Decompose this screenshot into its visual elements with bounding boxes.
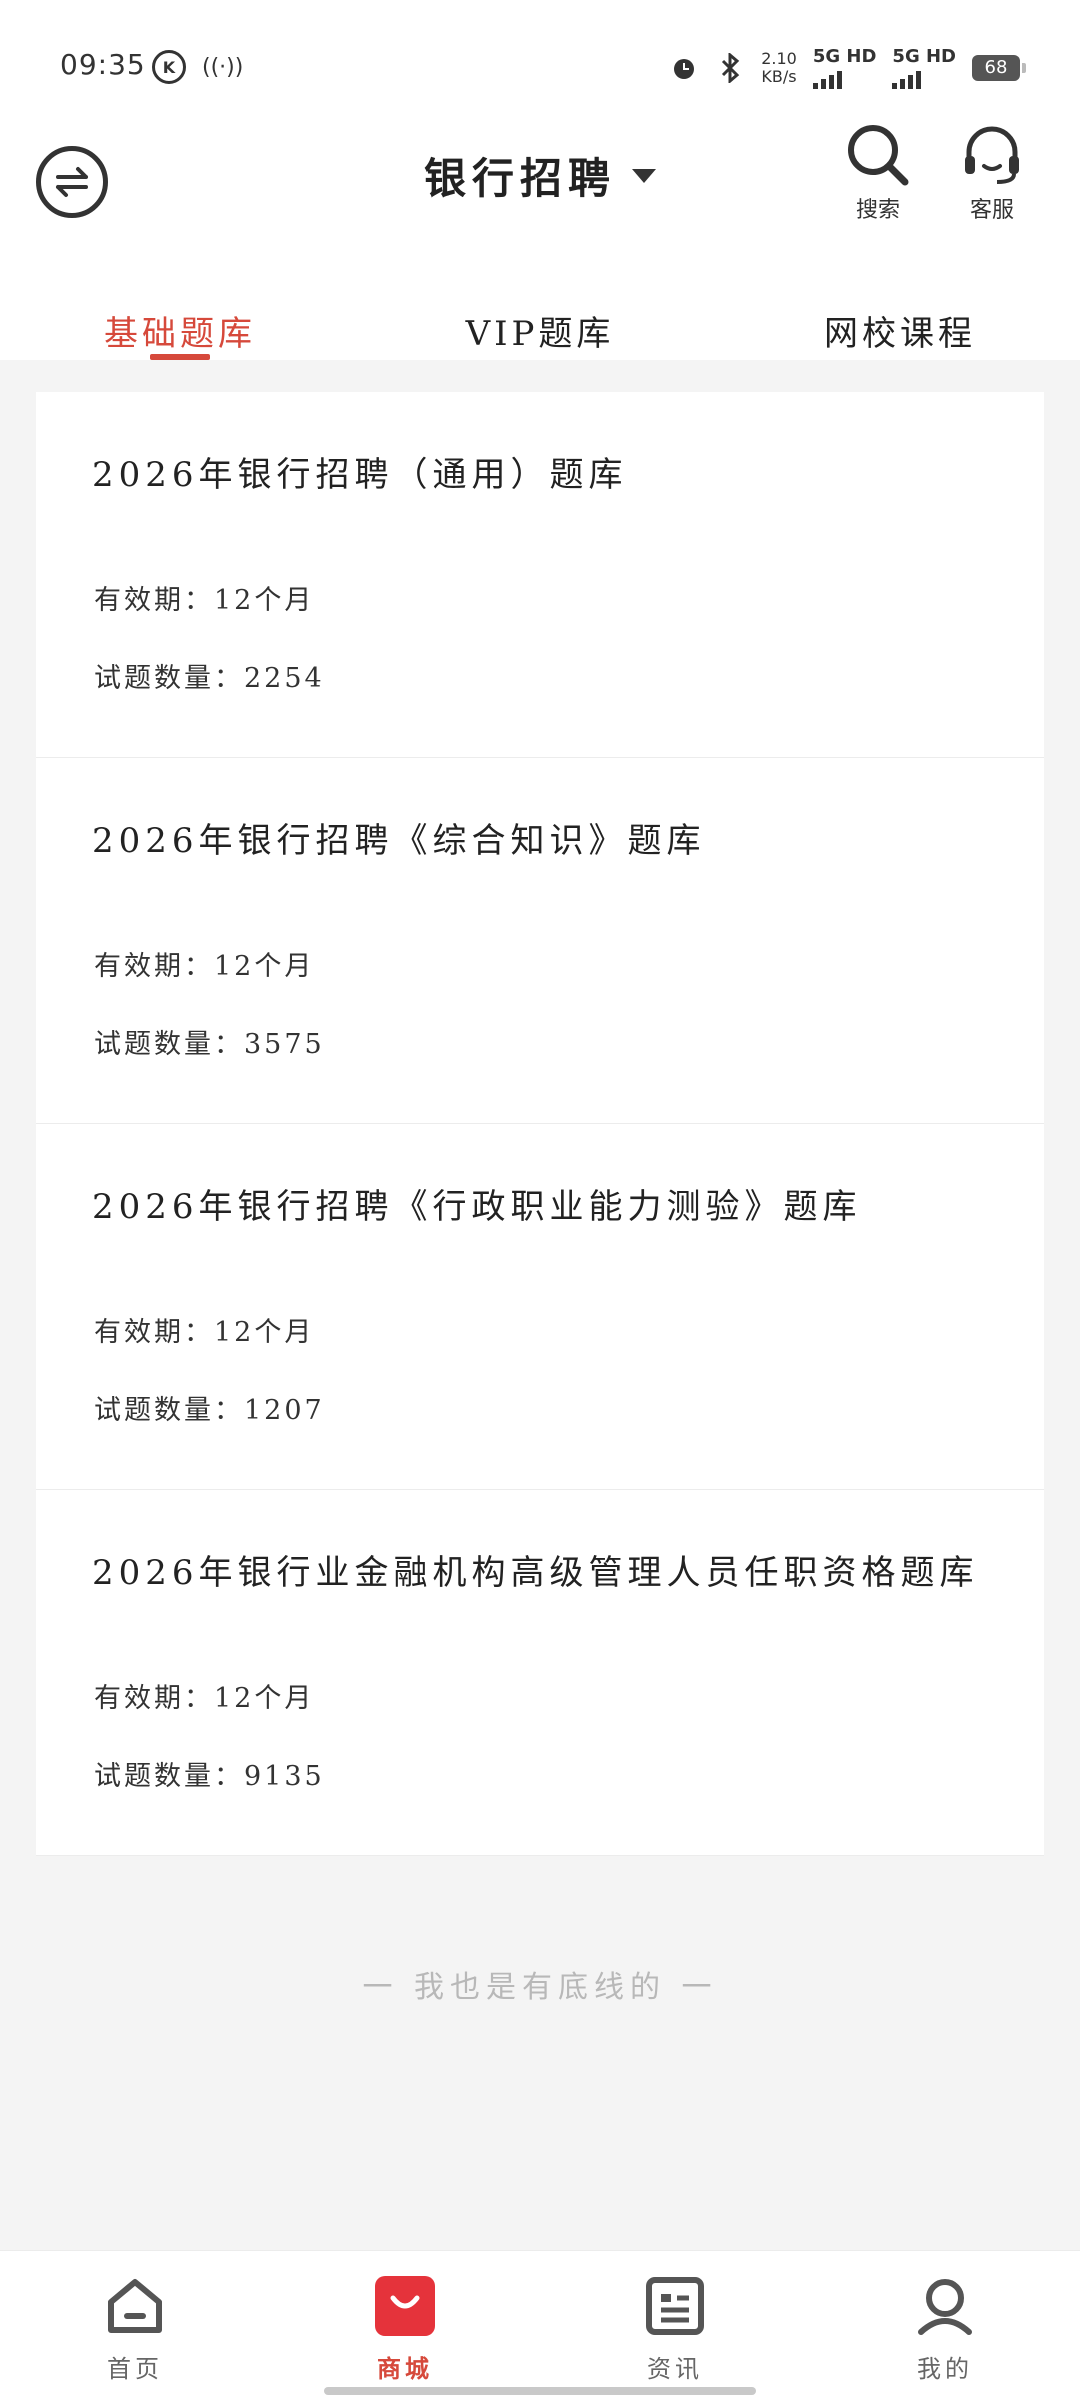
- tab-basic-bank[interactable]: 基础题库: [0, 270, 360, 360]
- nav-news[interactable]: 资讯: [540, 2251, 810, 2401]
- tab-label: 基础题库: [104, 314, 256, 354]
- category-dropdown[interactable]: 银行招聘: [424, 145, 656, 206]
- chevron-down-icon: [632, 168, 656, 183]
- question-bank-title: 2026年银行招聘（通用）题库: [92, 455, 628, 495]
- question-count-label: 试题数量：: [94, 1029, 244, 1060]
- profile-icon: [910, 2271, 980, 2341]
- validity-label: 有效期：: [94, 951, 214, 982]
- battery-level: 68: [984, 57, 1008, 78]
- validity-value: 12个月: [214, 585, 315, 616]
- page-title: 银行招聘: [423, 154, 616, 203]
- headset-icon: [965, 126, 1019, 184]
- nav-shop[interactable]: 商城: [270, 2251, 540, 2401]
- tab-label: 网校课程: [824, 314, 976, 354]
- signal-icon: [812, 67, 877, 89]
- question-count-label: 试题数量：: [94, 1761, 244, 1792]
- alarm-icon: [669, 53, 699, 83]
- status-bar: 09:35 K ((·)) 2.10 KB/s 5G HD 5G HD 68: [0, 0, 1080, 120]
- network-2: 5G HD: [892, 46, 956, 89]
- nav-label: 我的: [917, 2355, 973, 2383]
- network-speed: 2.10 KB/s: [761, 48, 797, 86]
- k-app-icon: K: [152, 50, 186, 84]
- nav-label: 资讯: [647, 2355, 703, 2383]
- network-1: 5G HD: [812, 46, 877, 89]
- search-label: 搜索: [855, 198, 900, 223]
- tab-vip-bank[interactable]: VIP题库: [360, 270, 720, 360]
- validity-label: 有效期：: [94, 1317, 214, 1348]
- question-bank-item[interactable]: 2026年银行招聘《综合知识》题库 有效期：12个月 试题数量：3575: [36, 758, 1044, 1124]
- news-icon: [640, 2271, 710, 2341]
- nav-profile[interactable]: 我的: [810, 2251, 1080, 2401]
- network-speed-value: 2.10: [761, 48, 797, 68]
- tab-online-courses[interactable]: 网校课程: [720, 270, 1080, 360]
- status-time: 09:35: [60, 48, 146, 81]
- validity-value: 12个月: [214, 951, 315, 982]
- validity-row: 有效期：12个月: [94, 578, 314, 617]
- validity-row: 有效期：12个月: [94, 1676, 314, 1715]
- customer-service-button[interactable]: 客服: [952, 120, 1032, 224]
- active-tab-indicator: [150, 354, 210, 360]
- status-right-icons: 2.10 KB/s 5G HD 5G HD 68: [669, 46, 1026, 89]
- search-button[interactable]: 搜索: [838, 120, 918, 224]
- validity-value: 12个月: [214, 1683, 315, 1714]
- home-indicator[interactable]: [324, 2387, 756, 2395]
- validity-label: 有效期：: [94, 585, 214, 616]
- question-count-label: 试题数量：: [94, 1395, 244, 1426]
- question-count-row: 试题数量：9135: [94, 1754, 325, 1793]
- shop-bag-icon: [370, 2271, 440, 2341]
- hotspot-icon: ((·)): [202, 54, 244, 80]
- tab-label: VIP题库: [465, 314, 615, 354]
- bluetooth-icon: [715, 52, 745, 83]
- page-title-wrap: 银行招聘: [0, 145, 1080, 206]
- question-bank-item[interactable]: 2026年银行招聘《行政职业能力测验》题库 有效期：12个月 试题数量：1207: [36, 1124, 1044, 1490]
- validity-row: 有效期：12个月: [94, 944, 314, 983]
- search-icon: [848, 125, 909, 186]
- question-bank-item[interactable]: 2026年银行业金融机构高级管理人员任职资格题库 有效期：12个月 试题数量：9…: [36, 1490, 1044, 1856]
- battery-icon: 68: [972, 54, 1026, 81]
- tab-bar: 基础题库 VIP题库 网校课程: [0, 270, 1080, 360]
- customer-service-label: 客服: [969, 198, 1014, 223]
- nav-home[interactable]: 首页: [0, 2251, 270, 2401]
- validity-value: 12个月: [214, 1317, 315, 1348]
- question-count-value: 9135: [244, 1761, 325, 1792]
- app-header: 银行招聘 搜索 客服 基础题库 VIP题库 网校课程: [0, 120, 1080, 360]
- network-2-label: 5G HD: [892, 46, 956, 67]
- end-of-list-note: 一 我也是有底线的 一: [362, 1970, 718, 2005]
- network-1-label: 5G HD: [812, 46, 877, 67]
- question-count-value: 1207: [244, 1395, 325, 1426]
- status-left-icons: K ((·)): [152, 50, 243, 84]
- validity-row: 有效期：12个月: [94, 1310, 314, 1349]
- nav-label: 首页: [107, 2355, 163, 2383]
- nav-label: 商城: [377, 2354, 433, 2383]
- validity-label: 有效期：: [94, 1683, 214, 1714]
- question-count-row: 试题数量：2254: [94, 656, 325, 695]
- question-bank-title: 2026年银行招聘《综合知识》题库: [92, 821, 706, 861]
- question-bank-item[interactable]: 2026年银行招聘（通用）题库 有效期：12个月 试题数量：2254: [36, 392, 1044, 758]
- question-bank-title: 2026年银行业金融机构高级管理人员任职资格题库: [92, 1553, 979, 1593]
- question-count-value: 3575: [244, 1029, 325, 1060]
- question-count-label: 试题数量：: [94, 663, 244, 694]
- network-speed-unit: KB/s: [761, 66, 797, 86]
- question-count-row: 试题数量：1207: [94, 1388, 325, 1427]
- bottom-navigation: 首页 商城 资讯 我的: [0, 2250, 1080, 2401]
- question-bank-list: 2026年银行招聘（通用）题库 有效期：12个月 试题数量：2254 2026年…: [36, 392, 1044, 1856]
- home-icon: [100, 2271, 170, 2341]
- question-count-row: 试题数量：3575: [94, 1022, 325, 1061]
- k-app-label: K: [162, 57, 176, 77]
- signal-icon: [892, 67, 956, 89]
- question-bank-title: 2026年银行招聘《行政职业能力测验》题库: [92, 1187, 862, 1227]
- question-count-value: 2254: [244, 663, 325, 694]
